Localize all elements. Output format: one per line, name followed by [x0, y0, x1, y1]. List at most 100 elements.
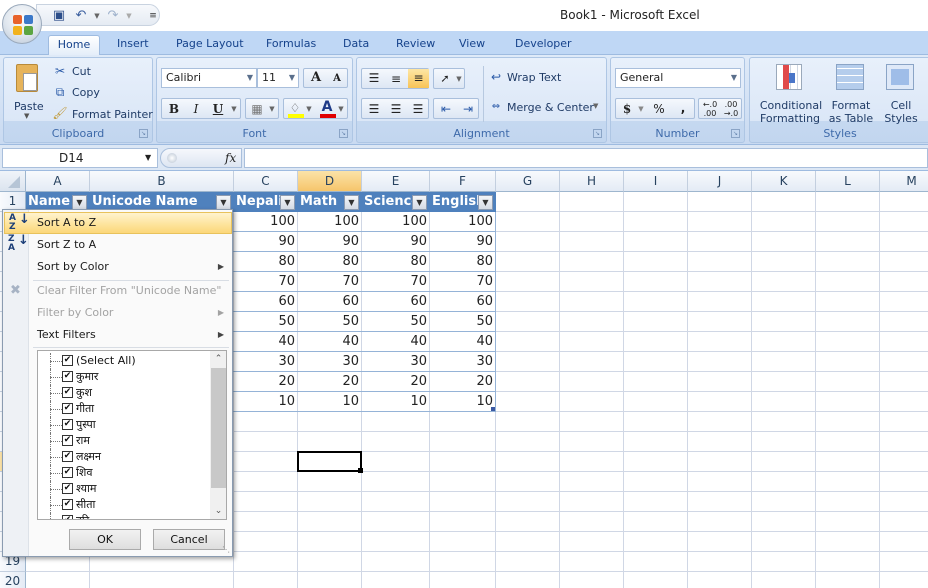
table-cell[interactable]: 80 [234, 252, 298, 272]
number-format-select[interactable]: General ▼ [615, 68, 741, 88]
fill-dropdown-icon[interactable]: ▼ [304, 100, 314, 118]
table-header-cell[interactable]: Science ▼ [362, 192, 430, 212]
checkbox[interactable]: ✔ [62, 435, 73, 446]
redo-icon[interactable]: ↷ [105, 8, 121, 24]
decrease-decimal-icon[interactable]: .00 →.0 [721, 100, 741, 118]
checkbox[interactable]: ✔ [62, 499, 73, 510]
active-cell-d14[interactable] [297, 451, 362, 472]
paste-button[interactable]: Paste ▼ [12, 62, 44, 120]
checkbox[interactable]: ✔ [62, 355, 73, 366]
align-left-icon[interactable]: ☰ [364, 100, 384, 118]
currency-button[interactable]: $ [618, 100, 636, 118]
column-header-i[interactable]: I [624, 171, 688, 192]
filter-list-item[interactable]: ✔ (Select All) [38, 353, 208, 369]
undo-icon[interactable]: ↶ [73, 8, 89, 24]
checkbox[interactable]: ✔ [62, 371, 73, 382]
tab-view[interactable]: View [455, 35, 489, 55]
table-cell[interactable]: 20 [362, 372, 430, 392]
office-button[interactable] [2, 4, 42, 44]
table-cell[interactable]: 50 [362, 312, 430, 332]
checkbox[interactable]: ✔ [62, 451, 73, 462]
table-cell[interactable]: 40 [362, 332, 430, 352]
align-middle-icon[interactable]: ≡ [386, 70, 406, 88]
cancel-button[interactable]: Cancel [153, 529, 225, 550]
tab-insert[interactable]: Insert [113, 35, 153, 55]
filter-list-item[interactable]: ✔हरि [38, 513, 208, 519]
filter-list-item[interactable]: ✔ गीता [38, 401, 208, 417]
table-header-cell[interactable]: Math ▼ [298, 192, 362, 212]
table-cell[interactable]: 50 [298, 312, 362, 332]
merge-dropdown-icon[interactable]: ▼ [593, 102, 598, 110]
tab-developer[interactable]: Developer [511, 35, 576, 55]
table-cell[interactable]: 90 [234, 232, 298, 252]
table-cell[interactable]: 90 [362, 232, 430, 252]
table-cell[interactable]: 30 [430, 352, 496, 372]
underline-dropdown-icon[interactable]: ▼ [228, 100, 240, 118]
select-all-button[interactable] [0, 171, 26, 192]
table-cell[interactable]: 100 [430, 212, 496, 232]
filter-dropdown-button[interactable]: ▼ [216, 195, 231, 210]
filter-dropdown-button[interactable]: ▼ [478, 195, 493, 210]
column-header-b[interactable]: B [90, 171, 234, 192]
checkbox[interactable]: ✔ [62, 419, 73, 430]
format-as-table-button[interactable]: Format as Table [826, 62, 876, 126]
format-painter-button[interactable]: Format Painter [72, 108, 153, 121]
filter-dropdown-button[interactable]: ▼ [280, 195, 295, 210]
font-size-select[interactable]: 11 ▼ [257, 68, 299, 88]
column-header-h[interactable]: H [560, 171, 624, 192]
table-cell[interactable]: 50 [234, 312, 298, 332]
align-right-icon[interactable]: ☰ [408, 100, 428, 118]
percent-button[interactable]: % [650, 100, 668, 118]
checkbox[interactable]: ✔ [62, 387, 73, 398]
column-header-f[interactable]: F [430, 171, 496, 192]
tab-home[interactable]: Home [48, 35, 100, 56]
save-icon[interactable]: ▣ [51, 8, 67, 24]
table-cell[interactable]: 20 [298, 372, 362, 392]
filter-values-list[interactable]: ✔ (Select All) ✔ कुमार ✔ कुश ✔ गीता ✔ पुस्पा ✔ राम ✔… [37, 350, 227, 520]
table-cell[interactable]: 50 [430, 312, 496, 332]
table-cell[interactable]: 10 [234, 392, 298, 412]
column-header-g[interactable]: G [496, 171, 560, 192]
table-cell[interactable]: 20 [430, 372, 496, 392]
filter-list-item[interactable]: ✔ सीता [38, 497, 208, 513]
checkbox[interactable]: ✔ [62, 515, 73, 519]
sort-a-to-z-item[interactable]: A Z ↓ Sort A to Z [4, 212, 232, 234]
italic-button[interactable]: I [186, 100, 206, 118]
increase-decimal-icon[interactable]: ←.0.00 [700, 100, 720, 118]
table-cell[interactable]: 60 [362, 292, 430, 312]
redo-dropdown-icon[interactable]: ▼ [121, 8, 137, 24]
text-filters-item[interactable]: Text Filters ▶ [4, 324, 232, 346]
orientation-button[interactable]: ➚ ▼ [433, 68, 465, 89]
align-bottom-icon[interactable]: ≡ [408, 69, 429, 88]
column-header-l[interactable]: L [816, 171, 880, 192]
filter-dropdown-button[interactable]: ▼ [344, 195, 359, 210]
table-cell[interactable]: 80 [298, 252, 362, 272]
tab-data[interactable]: Data [339, 35, 373, 55]
filter-list-item[interactable]: ✔ लक्ष्मन [38, 449, 208, 465]
table-cell[interactable]: 10 [430, 392, 496, 412]
checkbox[interactable]: ✔ [62, 483, 73, 494]
borders-button[interactable]: ▦ ▼ [245, 98, 279, 119]
table-cell[interactable]: 60 [234, 292, 298, 312]
expand-formula-icon[interactable] [167, 153, 177, 163]
font-launcher-icon[interactable]: ↘ [339, 129, 348, 138]
alignment-launcher-icon[interactable]: ↘ [593, 129, 602, 138]
column-header-j[interactable]: J [688, 171, 752, 192]
fill-handle[interactable] [358, 468, 363, 473]
resize-grip-icon[interactable]: ⋱ [222, 545, 230, 554]
formula-input[interactable] [244, 148, 928, 168]
scroll-down-icon[interactable]: ⌄ [210, 503, 226, 519]
name-box-dropdown-icon[interactable]: ▼ [145, 149, 151, 167]
table-cell[interactable]: 30 [362, 352, 430, 372]
table-cell[interactable]: 100 [234, 212, 298, 232]
increase-indent-icon[interactable]: ⇥ [458, 100, 478, 118]
sort-by-color-item[interactable]: Sort by Color ▶ [4, 256, 232, 278]
scroll-up-icon[interactable]: ⌃ [210, 351, 226, 367]
table-cell[interactable]: 20 [234, 372, 298, 392]
column-header-d[interactable]: D [298, 171, 362, 192]
name-box[interactable]: D14 ▼ [2, 148, 158, 168]
table-cell[interactable]: 10 [298, 392, 362, 412]
column-header-m[interactable]: M [880, 171, 928, 192]
wrap-text-button[interactable]: Wrap Text [507, 71, 561, 84]
list-scrollbar[interactable]: ⌃ ⌄ [210, 351, 226, 519]
